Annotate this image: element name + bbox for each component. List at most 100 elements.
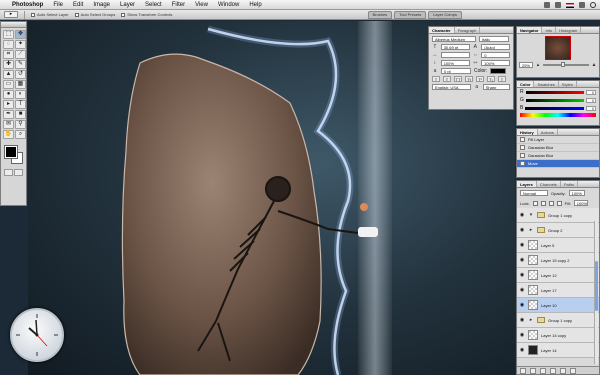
leading-field[interactable]: (Auto)	[481, 44, 510, 50]
menu-file[interactable]: File	[53, 2, 63, 8]
marquee-tool-icon[interactable]: ⬚	[3, 30, 14, 39]
lock-image-icon[interactable]	[540, 200, 546, 206]
layer-row[interactable]: ◉ ▸ Group 2	[517, 223, 599, 238]
visibility-eye-icon[interactable]: ◉	[519, 242, 525, 248]
expand-triangle-icon[interactable]: ▸	[528, 227, 534, 233]
subscript-button[interactable]: T₁	[487, 76, 495, 82]
vertical-scale-field[interactable]: 100%	[440, 60, 470, 66]
eraser-tool-icon[interactable]: ▭	[3, 80, 14, 89]
navigator-zoom-field[interactable]: 25%	[519, 62, 533, 68]
notes-tool-icon[interactable]: ✉	[3, 120, 14, 129]
navigator-zoom-slider[interactable]	[543, 62, 589, 67]
clock-widget[interactable]	[10, 308, 64, 362]
visibility-eye-icon[interactable]: ◉	[519, 332, 525, 338]
visibility-eye-icon[interactable]: ◉	[519, 287, 525, 293]
well-tab-layer-comps[interactable]: Layer Comps	[428, 11, 462, 19]
horizontal-scale-field[interactable]: 100%	[481, 60, 510, 66]
visibility-eye-icon[interactable]: ◉	[519, 272, 525, 278]
tracking-field[interactable]: 0	[481, 52, 510, 58]
history-item[interactable]: Fill Layer	[517, 136, 599, 144]
tab-info[interactable]: Info	[542, 27, 557, 33]
tab-channels[interactable]: Channels	[537, 181, 561, 187]
blend-mode-select[interactable]: Normal	[520, 190, 548, 196]
brush-tool-icon[interactable]: ✎	[15, 60, 26, 69]
auto-select-groups-check[interactable]: Auto Select Groups	[74, 12, 115, 17]
layers-scroll-thumb[interactable]	[595, 261, 598, 311]
visibility-eye-icon[interactable]: ◉	[519, 347, 525, 353]
crop-tool-icon[interactable]: ⌗	[3, 50, 14, 59]
zoom-out-icon[interactable]: ▴	[535, 62, 541, 68]
navigator-preview[interactable]	[545, 36, 571, 60]
battery-icon[interactable]	[579, 2, 585, 8]
layer-row[interactable]: ◉ Layer 14 copy	[517, 328, 599, 343]
kerning-field[interactable]	[440, 52, 470, 58]
baseline-shift-field[interactable]: 0 pt	[441, 68, 471, 74]
pen-tool-icon[interactable]: ✒	[3, 110, 14, 119]
layer-row[interactable]: ◉ Layer 15 copy 2	[517, 253, 599, 268]
color-spectrum-bar[interactable]	[520, 113, 596, 117]
trash-icon[interactable]	[570, 368, 576, 374]
expand-triangle-icon[interactable]: ▸	[528, 317, 534, 323]
layer-row[interactable]: ◉ ▾ Group 1 copy	[517, 208, 599, 223]
bluetooth-icon[interactable]	[544, 2, 550, 8]
visibility-eye-icon[interactable]: ◉	[519, 257, 525, 263]
lock-position-icon[interactable]	[548, 200, 554, 206]
history-item-selected[interactable]: Move	[517, 160, 599, 168]
layer-row-selected[interactable]: ◉ Layer 10	[517, 298, 599, 313]
well-tab-brushes[interactable]: Brushes	[367, 11, 393, 19]
zoom-in-icon[interactable]: ▲	[591, 62, 597, 68]
standard-mode-button[interactable]	[4, 169, 13, 176]
tab-color[interactable]: Color	[517, 81, 535, 87]
fill-field[interactable]: 100%	[573, 200, 588, 206]
tool-preset-picker[interactable]: ▸	[4, 11, 18, 18]
tab-paragraph[interactable]: Paragraph	[455, 27, 481, 33]
menu-edit[interactable]: Edit	[73, 2, 83, 8]
new-group-icon[interactable]	[550, 368, 556, 374]
tab-history[interactable]: History	[517, 129, 538, 135]
antialias-select[interactable]: Sharp	[482, 84, 511, 90]
menu-filter[interactable]: Filter	[172, 2, 185, 8]
lock-all-icon[interactable]	[556, 200, 562, 206]
menu-image[interactable]: Image	[93, 2, 110, 8]
tab-paths[interactable]: Paths	[561, 181, 579, 187]
eyedropper-tool-icon[interactable]: ⚲	[15, 120, 26, 129]
move-tool-icon[interactable]: ✥	[15, 30, 26, 39]
blue-value[interactable]: 0	[586, 105, 596, 111]
shape-tool-icon[interactable]: ■	[15, 110, 26, 119]
tab-layers[interactable]: Layers	[517, 181, 537, 187]
type-tool-icon[interactable]: T	[15, 100, 26, 109]
checkbox[interactable]	[74, 12, 79, 17]
menu-window[interactable]: Window	[218, 2, 239, 8]
foreground-color-swatch[interactable]	[4, 145, 18, 159]
text-color-chip[interactable]	[490, 68, 507, 74]
link-layers-icon[interactable]	[520, 368, 526, 374]
underline-button[interactable]: T	[498, 76, 506, 82]
layers-scrollbar[interactable]	[594, 221, 598, 364]
new-layer-icon[interactable]	[560, 368, 566, 374]
well-tab-tool-presets[interactable]: Tool Presets	[394, 11, 427, 19]
faux-italic-button[interactable]: T	[443, 76, 451, 82]
menu-select[interactable]: Select	[145, 2, 162, 8]
clone-stamp-tool-icon[interactable]: ▲	[3, 70, 14, 79]
all-caps-button[interactable]: TT	[454, 76, 462, 82]
blur-tool-icon[interactable]: ●	[3, 90, 14, 99]
history-item[interactable]: Gaussian Blur	[517, 144, 599, 152]
font-family-select[interactable]: Albertus Medium	[432, 36, 476, 42]
green-value[interactable]: 0	[586, 97, 596, 103]
hand-tool-icon[interactable]: ✋	[3, 130, 14, 139]
history-item[interactable]: Gaussian Blur	[517, 152, 599, 160]
show-transform-controls-check[interactable]: Show Transform Controls	[121, 12, 172, 17]
faux-bold-button[interactable]: T	[432, 76, 440, 82]
font-size-field[interactable]: 30.69 pt	[440, 44, 470, 50]
path-selection-tool-icon[interactable]: ▸	[3, 100, 14, 109]
green-slider[interactable]	[525, 98, 584, 102]
menu-view[interactable]: View	[195, 2, 208, 8]
lasso-tool-icon[interactable]: ◌	[3, 40, 14, 49]
tab-actions[interactable]: Actions	[538, 129, 558, 135]
visibility-eye-icon[interactable]: ◉	[519, 212, 525, 218]
checkbox[interactable]	[121, 12, 126, 17]
zoom-tool-icon[interactable]: ⌕	[15, 130, 26, 139]
volume-icon[interactable]	[555, 2, 561, 8]
blue-slider[interactable]	[525, 106, 584, 110]
magic-wand-tool-icon[interactable]: ✦	[15, 40, 26, 49]
